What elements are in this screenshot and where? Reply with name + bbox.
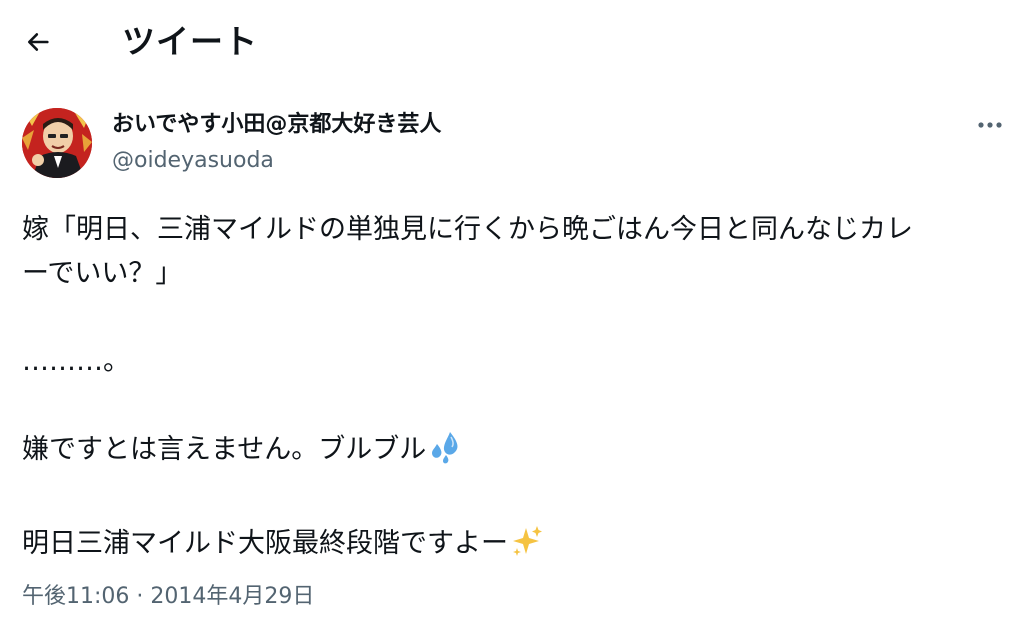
avatar[interactable]: [22, 108, 92, 178]
tweet-line: 嫁「明日、三浦マイルドの単独見に行くから晩ごはん今日と同んなじカレ: [22, 214, 913, 245]
author-handle[interactable]: @oideyasuoda: [112, 146, 274, 176]
tweet-line-with-emoji: 嫌ですとは言えません。ブルブル: [22, 428, 1012, 478]
sweat-droplets-icon: [428, 430, 462, 478]
top-bar: ツイート: [0, 0, 1024, 84]
avatar-image: [22, 108, 92, 178]
page-title: ツイート: [122, 22, 258, 61]
tweet-text: 嫁「明日、三浦マイルドの単独見に行くから晩ごはん今日と同んなじカレ ーでいい？」…: [22, 208, 1012, 572]
author-display-name[interactable]: おいでやす小田@京都大好き芸人: [112, 110, 441, 140]
tweet-line: 明日三浦マイルド大阪最終段階ですよー: [22, 528, 508, 559]
tweet-line: 嫌ですとは言えません。ブルブル: [22, 434, 427, 465]
tweet-timestamp[interactable]: 午後11:06 · 2014年4月29日: [22, 580, 314, 614]
tweet-detail-page: ツイート おいでやす小田@京都大好き芸人 @oideyasuoda 嫁「明日、三…: [0, 0, 1024, 644]
more-dots-icon: [978, 122, 1002, 128]
tweet-line-with-emoji: 明日三浦マイルド大阪最終段階ですよー: [22, 522, 1012, 572]
back-button[interactable]: [14, 18, 62, 66]
sparkles-icon: [510, 524, 544, 572]
more-options-button[interactable]: [966, 110, 1014, 140]
tweet-line: ………。: [22, 346, 130, 377]
tweet-line: ーでいい？」: [22, 258, 183, 289]
arrow-left-icon: [27, 33, 49, 51]
